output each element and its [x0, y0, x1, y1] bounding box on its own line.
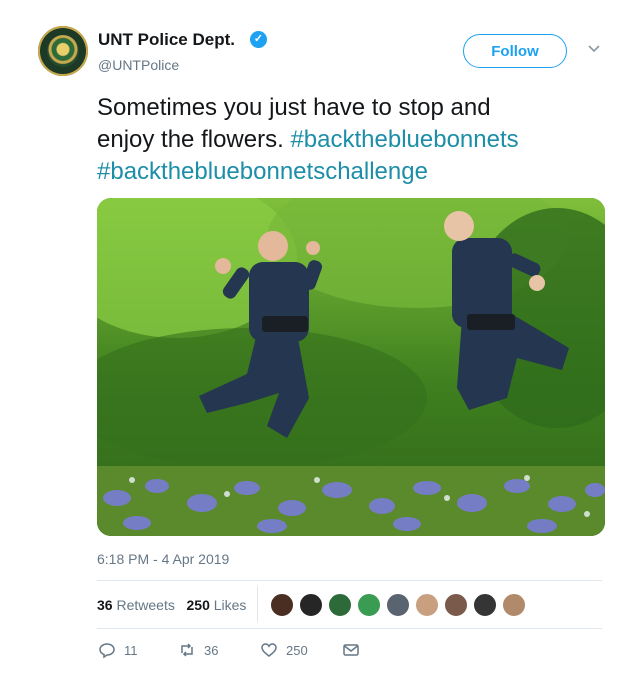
divider: [97, 628, 602, 629]
retweets-label[interactable]: Retweets: [116, 597, 174, 613]
tweet-text: Sometimes you just have to stop and enjo…: [97, 92, 617, 188]
retweet-icon: [181, 643, 193, 657]
retweet-count: 36: [204, 642, 219, 658]
retweets-count[interactable]: 36: [97, 597, 113, 613]
account-handle[interactable]: @UNTPolice: [98, 57, 179, 73]
hashtag-link[interactable]: #backthebluebonnets: [290, 126, 518, 153]
photo-illustration: [97, 198, 605, 536]
direct-message-button[interactable]: [342, 641, 368, 659]
liker-avatar[interactable]: [328, 593, 352, 617]
liker-avatar[interactable]: [270, 593, 294, 617]
likes-count[interactable]: 250: [187, 597, 210, 613]
verified-badge-icon: ✓: [250, 31, 267, 48]
retweet-button[interactable]: 36: [178, 641, 218, 659]
tweet-text-line2: enjoy the flowers.: [97, 126, 291, 153]
follow-button[interactable]: Follow: [463, 34, 567, 68]
divider: [97, 580, 602, 581]
liker-avatar[interactable]: [444, 593, 468, 617]
liker-avatar[interactable]: [386, 593, 410, 617]
tweet-photo[interactable]: [97, 198, 605, 536]
envelope-icon: [343, 644, 359, 656]
reply-count: 11: [124, 642, 138, 658]
profile-avatar[interactable]: [38, 26, 88, 76]
like-button[interactable]: 250: [260, 641, 308, 659]
liker-avatar[interactable]: [415, 593, 439, 617]
engagement-stats: 36 Retweets 250 Likes: [97, 597, 246, 613]
likes-label[interactable]: Likes: [214, 597, 247, 613]
liker-avatar[interactable]: [473, 593, 497, 617]
liker-avatar[interactable]: [299, 593, 323, 617]
liker-avatar[interactable]: [502, 593, 526, 617]
account-name[interactable]: UNT Police Dept.: [98, 30, 235, 50]
hashtag-link[interactable]: #backthebluebonnetschallenge: [97, 158, 428, 185]
tweet-timestamp[interactable]: 6:18 PM - 4 Apr 2019: [97, 551, 229, 567]
liker-avatar[interactable]: [357, 593, 381, 617]
chevron-down-icon[interactable]: [587, 42, 601, 56]
reply-icon: [99, 643, 115, 659]
stats-divider: [257, 586, 258, 622]
reply-button[interactable]: 11: [98, 641, 138, 659]
tweet-text-line1: Sometimes you just have to stop and: [97, 94, 491, 121]
like-count: 250: [286, 642, 308, 658]
heart-icon: [261, 643, 277, 657]
